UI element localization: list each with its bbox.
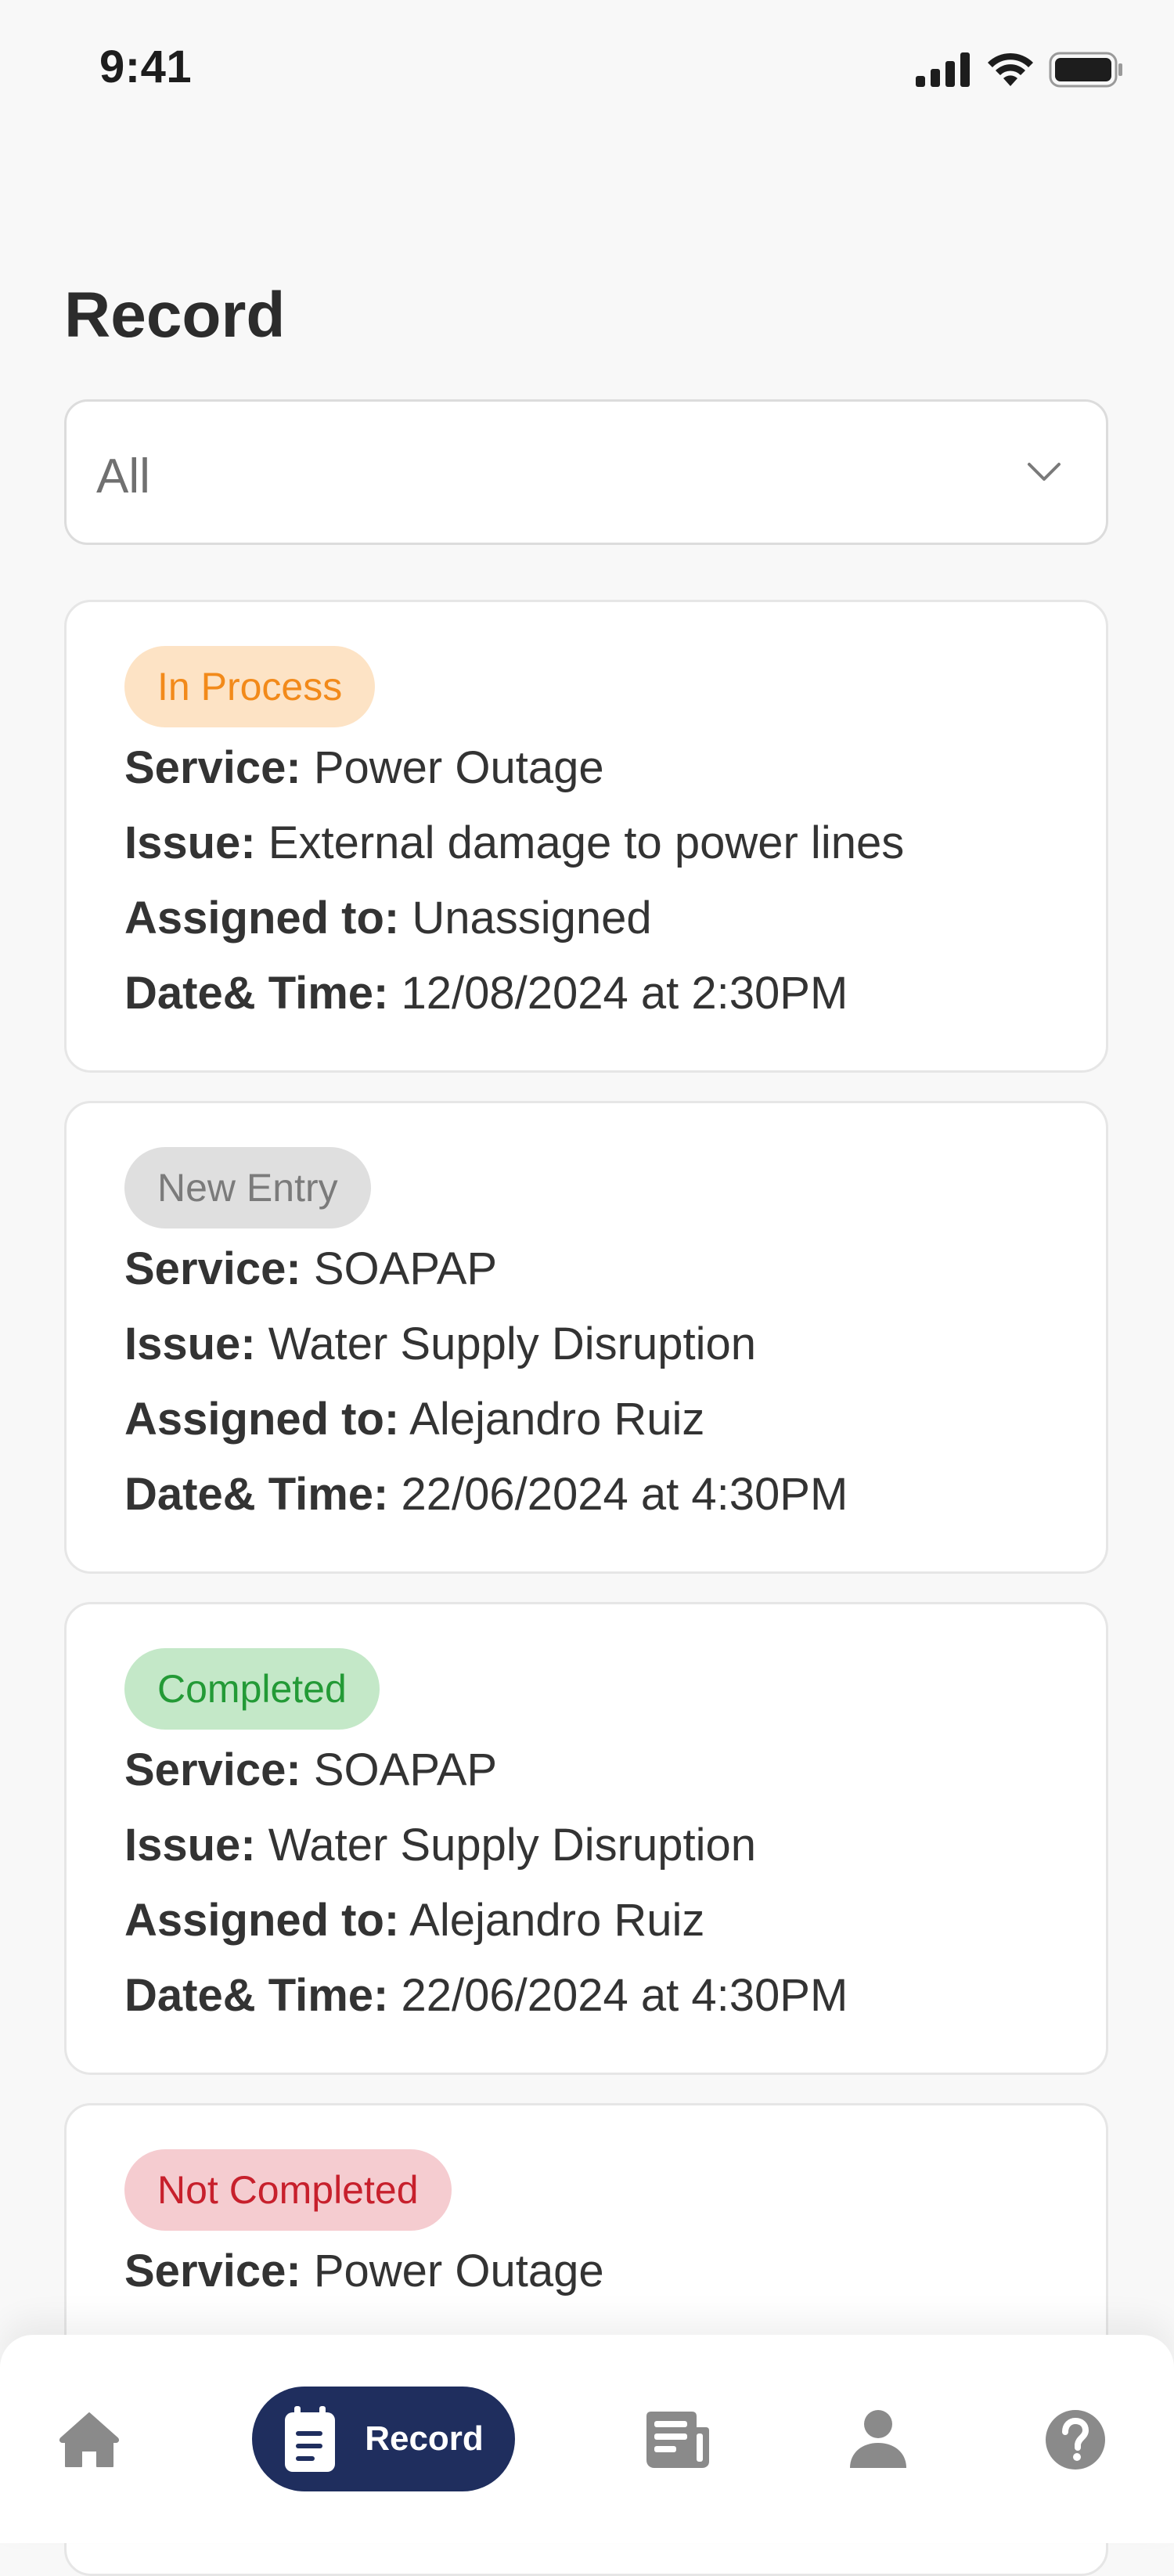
status-icons [916,52,1124,88]
service-value: SOAPAP [313,1744,498,1795]
status-time: 9:41 [99,41,193,92]
assigned-value: Alejandro Ruiz [409,1895,705,1946]
status-filter-dropdown[interactable]: All [64,399,1108,545]
issue-row: Issue: Water Supply Disruption [124,1318,756,1370]
service-label: Service: [124,742,301,793]
home-icon [59,2412,120,2467]
record-card[interactable]: In Process Service: Power Outage Issue: … [64,600,1108,1073]
issue-value: Water Supply Disruption [268,1820,756,1871]
status-badge: New Entry [124,1147,371,1228]
service-label: Service: [124,2246,301,2296]
nav-record[interactable]: Record [252,2387,515,2491]
chevron-down-icon [1028,463,1061,481]
assigned-label: Assigned to: [124,1895,400,1946]
cellular-signal-icon [916,52,970,87]
status-badge: Completed [124,1648,380,1730]
service-value: SOAPAP [313,1243,498,1294]
issue-row: Issue: External damage to power lines [124,817,904,869]
service-row: Service: Power Outage [124,741,604,794]
assigned-label: Assigned to: [124,1394,400,1445]
issue-label: Issue: [124,1820,256,1871]
datetime-label: Date& Time: [124,1970,389,2021]
issue-row: Issue: Water Supply Disruption [124,1819,756,1871]
assigned-label: Assigned to: [124,893,400,943]
service-value: Power Outage [313,742,604,793]
record-card[interactable]: Completed Service: SOAPAP Issue: Water S… [64,1602,1108,2075]
assigned-row: Assigned to: Alejandro Ruiz [124,1393,704,1445]
service-label: Service: [124,1243,301,1294]
service-value: Power Outage [313,2246,604,2296]
filter-selected-value: All [96,449,150,503]
service-row: Service: SOAPAP [124,1744,497,1796]
nav-news[interactable] [643,2405,712,2474]
nav-record-label: Record [365,2419,484,2458]
nav-help[interactable] [1041,2405,1110,2474]
datetime-row: Date& Time: 22/06/2024 at 4:30PM [124,1969,848,2022]
assigned-value: Unassigned [412,893,652,943]
status-badge: Not Completed [124,2149,452,2231]
datetime-value: 12/08/2024 at 2:30PM [401,968,848,1019]
wifi-icon [988,52,1033,86]
record-icon [285,2406,336,2472]
nav-home[interactable] [55,2405,124,2474]
nav-profile[interactable] [844,2405,913,2474]
issue-value: External damage to power lines [268,817,905,868]
datetime-value: 22/06/2024 at 4:30PM [401,1469,848,1520]
datetime-label: Date& Time: [124,1469,389,1520]
page-title: Record [64,280,286,351]
service-row: Service: SOAPAP [124,1243,497,1295]
news-icon [646,2412,709,2468]
datetime-value: 22/06/2024 at 4:30PM [401,1970,848,2021]
datetime-label: Date& Time: [124,968,389,1019]
assigned-row: Assigned to: Alejandro Ruiz [124,1894,704,1946]
issue-label: Issue: [124,1319,256,1369]
datetime-row: Date& Time: 22/06/2024 at 4:30PM [124,1468,848,1521]
help-icon [1046,2410,1105,2470]
status-badge: In Process [124,646,376,727]
issue-value: Water Supply Disruption [268,1319,756,1369]
issue-label: Issue: [124,817,256,868]
battery-icon [1049,52,1122,88]
status-bar: 9:41 [0,0,1174,141]
service-row: Service: Power Outage [124,2245,604,2297]
service-label: Service: [124,1744,301,1795]
datetime-row: Date& Time: 12/08/2024 at 2:30PM [124,967,848,1019]
record-card[interactable]: New Entry Service: SOAPAP Issue: Water S… [64,1101,1108,1574]
assigned-value: Alejandro Ruiz [409,1394,705,1445]
bottom-nav: Record [0,2335,1174,2543]
assigned-row: Assigned to: Unassigned [124,892,652,944]
profile-icon [850,2410,906,2468]
